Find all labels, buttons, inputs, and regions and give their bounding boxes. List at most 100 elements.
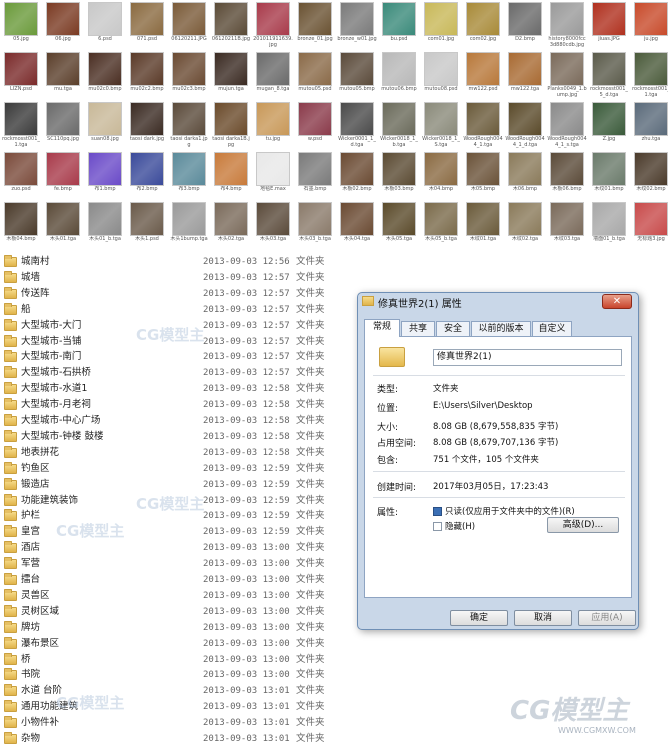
thumbnail-item[interactable]: 木06.bmp: [508, 152, 542, 198]
thumbnail-item[interactable]: 木头01.tga: [46, 202, 80, 248]
thumbnail-item[interactable]: Z.jpg: [592, 102, 626, 148]
thumbnail-item[interactable]: zuo.psd: [4, 152, 38, 198]
list-item[interactable]: 大型城市-水道1 2013-09-03 12:58 文件夹: [0, 381, 360, 397]
thumbnail-item[interactable]: taosi dark.jpg: [130, 102, 164, 148]
thumbnail-item[interactable]: bronze_01.jpg: [297, 2, 333, 48]
thumbnail-item[interactable]: taosi darka1B.jpg: [212, 102, 250, 148]
thumbnail-item[interactable]: WoodRough0044_1_d.tga: [505, 102, 545, 148]
folder-name-input[interactable]: 修真世界2(1): [433, 349, 622, 366]
thumbnail-item[interactable]: mu02c3.bmp: [172, 52, 206, 98]
list-item[interactable]: 灵树区域 2013-09-03 13:00 文件夹: [0, 604, 360, 620]
thumbnail-item[interactable]: LIZN.psd: [4, 52, 38, 98]
tab-sharing[interactable]: 共享: [401, 321, 435, 337]
thumbnail-item[interactable]: 木板04.bmp: [4, 202, 38, 248]
close-button[interactable]: ✕: [602, 294, 632, 309]
thumbnail-item[interactable]: 6.psd: [88, 2, 122, 48]
thumbnail-item[interactable]: jiuas.JPG: [592, 2, 626, 48]
list-item[interactable]: 瀑布景区 2013-09-03 13:00 文件夹: [0, 636, 360, 652]
thumbnail-item[interactable]: 201011911639.jpg: [253, 2, 293, 48]
thumbnail-item[interactable]: bronze_w01.jpg: [337, 2, 377, 48]
thumbnail-item[interactable]: taosi darka1.jpg: [170, 102, 208, 148]
tab-customize[interactable]: 自定义: [532, 321, 572, 337]
thumbnail-item[interactable]: 地毯E.max: [256, 152, 290, 198]
thumbnail-item[interactable]: mu02c0.bmp: [88, 52, 122, 98]
readonly-checkbox[interactable]: [433, 507, 442, 516]
apply-button[interactable]: 应用(A): [578, 610, 636, 626]
thumbnail-item[interactable]: SC110pq.jpg: [46, 102, 80, 148]
thumbnail-item[interactable]: tu.jpg: [256, 102, 290, 148]
list-item[interactable]: 大型城市-南门 2013-09-03 12:57 文件夹: [0, 349, 360, 365]
list-item[interactable]: 小物件补 2013-09-03 13:01 文件夹: [0, 715, 360, 731]
list-item[interactable]: 皇宫 2013-09-03 12:59 文件夹: [0, 524, 360, 540]
thumbnail-item[interactable]: WoodRough0044_1.tga: [463, 102, 503, 148]
thumbnail-item[interactable]: 布4.bmp: [214, 152, 248, 198]
thumbnail-item[interactable]: 木头01_b.tga: [88, 202, 122, 248]
thumbnail-item[interactable]: 木05.bmp: [466, 152, 500, 198]
thumbnail-item[interactable]: Wicker0018_1_b.tga: [380, 102, 418, 148]
thumbnail-item[interactable]: Planks0049_1.bump.jpg: [547, 52, 587, 98]
thumbnail-item[interactable]: zhu.tga: [634, 102, 668, 148]
thumbnail-item[interactable]: 木头05.tga: [382, 202, 416, 248]
list-item[interactable]: 杂物 2013-09-03 13:01 文件夹: [0, 731, 360, 747]
thumbnail-item[interactable]: w.psd: [298, 102, 332, 148]
thumbnail-item[interactable]: 木纹02.tga: [508, 202, 542, 248]
thumbnail-item[interactable]: 墙面01_b.tga: [592, 202, 626, 248]
thumbnail-item[interactable]: mutou06.bmp: [381, 52, 417, 98]
thumbnail-item[interactable]: mujun.tga: [214, 52, 248, 98]
thumbnail-item[interactable]: 石墨.bmp: [298, 152, 332, 198]
thumbnail-item[interactable]: 木头1.psd: [130, 202, 164, 248]
list-item[interactable]: 水道 台阶 2013-09-03 13:01 文件夹: [0, 683, 360, 699]
list-item[interactable]: 牌坊 2013-09-03 13:00 文件夹: [0, 620, 360, 636]
thumbnail-item[interactable]: WoodRough0044_1_s.tga: [547, 102, 587, 148]
advanced-button[interactable]: 高级(D)...: [547, 517, 619, 533]
thumbnail-item[interactable]: 木头03.tga: [256, 202, 290, 248]
thumbnail-item[interactable]: 木纹01.bmp: [592, 152, 626, 198]
tab-security[interactable]: 安全: [436, 321, 470, 337]
hidden-checkbox[interactable]: [433, 522, 442, 531]
thumbnail-item[interactable]: mu.tga: [46, 52, 80, 98]
thumbnail-item[interactable]: 06120211B.jpg: [212, 2, 250, 48]
thumbnail-item[interactable]: 071.psd: [130, 2, 164, 48]
list-item[interactable]: 桥 2013-09-03 13:00 文件夹: [0, 652, 360, 668]
thumbnail-item[interactable]: com01.jpg: [424, 2, 458, 48]
list-item[interactable]: 书院 2013-09-03 13:00 文件夹: [0, 667, 360, 683]
list-item[interactable]: 大型城市-中心广场 2013-09-03 12:58 文件夹: [0, 413, 360, 429]
thumbnail-item[interactable]: 木04.bmp: [424, 152, 458, 198]
thumbnail-item[interactable]: 木头05_b.tga: [424, 202, 458, 248]
thumbnail-item[interactable]: rockmosst001_1.tga: [2, 102, 40, 148]
list-item[interactable]: 灵兽区 2013-09-03 13:00 文件夹: [0, 588, 360, 604]
thumbnail-item[interactable]: 木板06.bmp: [550, 152, 584, 198]
list-item[interactable]: 通用功能建筑 2013-09-03 13:01 文件夹: [0, 699, 360, 715]
thumbnail-item[interactable]: suan08.jpg: [88, 102, 122, 148]
list-item[interactable]: 传送阵 2013-09-03 12:57 文件夹: [0, 286, 360, 302]
thumbnail-item[interactable]: 木纹03.tga: [550, 202, 584, 248]
tab-previous-versions[interactable]: 以前的版本: [471, 321, 531, 337]
thumbnail-item[interactable]: 木纹02.bmp: [634, 152, 668, 198]
thumbnail-item[interactable]: 06120211.JPG: [171, 2, 207, 48]
cancel-button[interactable]: 取消: [514, 610, 572, 626]
thumbnail-item[interactable]: fe.bmp: [46, 152, 80, 198]
thumbnail-item[interactable]: rockmosst001_1.tga: [632, 52, 668, 98]
thumbnail-item[interactable]: 木纹01.tga: [466, 202, 500, 248]
list-item[interactable]: 大型城市-月老祠 2013-09-03 12:58 文件夹: [0, 397, 360, 413]
thumbnail-item[interactable]: mutou05.psd: [298, 52, 332, 98]
thumbnail-item[interactable]: mu02c2.bmp: [130, 52, 164, 98]
thumbnail-item[interactable]: bu.psd: [382, 2, 416, 48]
thumbnail-item[interactable]: 06.jpg: [46, 2, 80, 48]
thumbnail-item[interactable]: mw122.psd: [466, 52, 500, 98]
thumbnail-item[interactable]: rockmosst001_5_d.tga: [590, 52, 628, 98]
thumbnail-item[interactable]: 布2.bmp: [130, 152, 164, 198]
list-item[interactable]: 大型城市-石拱桥 2013-09-03 12:57 文件夹: [0, 365, 360, 381]
thumbnail-item[interactable]: 布3.bmp: [172, 152, 206, 198]
thumbnail-item[interactable]: 木板03.bmp: [382, 152, 416, 198]
thumbnail-item[interactable]: 木头03_b.tga: [298, 202, 332, 248]
list-item[interactable]: 锻造店 2013-09-03 12:59 文件夹: [0, 477, 360, 493]
thumbnail-item[interactable]: ju.jpg: [634, 2, 668, 48]
list-item[interactable]: 钓鱼区 2013-09-03 12:59 文件夹: [0, 461, 360, 477]
list-item[interactable]: 地表拼花 2013-09-03 12:58 文件夹: [0, 445, 360, 461]
thumbnail-item[interactable]: 无标题3.jpg: [634, 202, 668, 248]
list-item[interactable]: 大型城市-钟楼 鼓楼 2013-09-03 12:58 文件夹: [0, 429, 360, 445]
dialog-titlebar[interactable]: 修真世界2(1) 属性 ✕: [358, 293, 638, 311]
thumbnail-item[interactable]: 05.jpg: [4, 2, 38, 48]
thumbnail-item[interactable]: mutou08.psd: [424, 52, 458, 98]
